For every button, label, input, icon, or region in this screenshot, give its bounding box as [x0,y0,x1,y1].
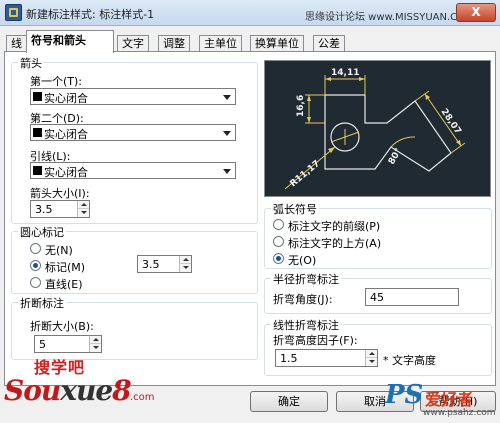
chevron-down-icon [223,131,231,136]
app-icon [5,4,22,21]
first-arrow-select[interactable]: 实心闭合 [30,88,236,105]
arrowheads-title: 箭头 [18,55,44,71]
arc-above-radio[interactable]: 标注文字的上方(A) [273,235,413,250]
arrowheads-group: 箭头 第一个(T): 实心闭合 第二个(D): 实心闭合 引线(L): 实心闭合… [11,55,258,224]
radio-on-icon [30,260,41,271]
break-size-label: 折断大小(B): [30,320,94,333]
ps-url-text: www.psahz.com [423,408,496,418]
dimension-preview: 14,11 16,6 28,07 80° R11,17 [264,60,491,197]
tab-alternate-units[interactable]: 换算单位 [250,35,304,52]
radius-jog-group: 半径折弯标注 折弯角度(J): 45 [264,271,492,314]
chevron-down-icon [223,95,231,100]
radio-off-icon [273,219,284,230]
dim-arc-angle [390,136,416,148]
ps-logo-text: PS [385,380,424,410]
break-size-stepper[interactable]: 5 [34,335,102,353]
second-arrow-select[interactable]: 实心闭合 [30,124,236,141]
leader-arrow-select[interactable]: 实心闭合 [30,162,236,179]
arc-none-label: 无(O) [288,254,317,267]
center-marks-title: 圆心标记 [18,224,66,240]
center-mark-line-radio[interactable]: 直线(E) [30,276,100,291]
arrow-size-value: 3.5 [35,203,53,216]
arc-above-label: 标注文字的上方(A) [288,237,382,250]
dimension-break-title: 折断标注 [18,295,66,311]
radio-off-icon [273,236,284,247]
arrow-swatch-icon [33,128,42,137]
linear-jog-title: 线性折弯标注 [271,317,341,333]
first-arrow-value: 实心闭合 [44,92,88,105]
center-mark-mark-radio[interactable]: 标记(M) [30,259,100,274]
souxue8-logo: 搜学吧 Souxue8 .com [4,352,164,422]
brand-main-text: Souxue8 [4,374,132,407]
center-mark-size-value: 3.5 [142,258,160,271]
radio-off-icon [30,277,41,288]
dim-text-top: 14,11 [331,68,359,78]
center-mark-mark-label: 标记(M) [45,261,86,274]
arrow-size-stepper[interactable]: 3.5 [30,200,90,218]
stepper-down-icon[interactable] [78,209,89,217]
jog-factor-value: 1.5 [280,352,298,365]
dim-text-left: 16,6 [296,95,306,117]
stepper-buttons [365,350,377,366]
stepper-down-icon[interactable] [366,358,377,366]
stepper-up-icon[interactable] [366,350,377,358]
center-mark-line-label: 直线(E) [45,278,83,291]
tab-symbols-arrows[interactable]: 符号和箭头 [26,30,114,53]
jog-angle-input[interactable]: 45 [365,288,459,306]
center-mark-none-label: 无(N) [45,244,73,257]
tab-text[interactable]: 文字 [117,35,149,52]
preview-drawing: 14,11 16,6 28,07 80° R11,17 [284,68,466,190]
dim-text-radius: R11,17 [289,159,323,189]
ps-fans-text: 爱好者 [425,390,474,409]
ps-fans-logo: PS 爱好者 www.psahz.com [385,380,500,420]
stepper-buttons [179,256,191,272]
ok-button[interactable]: 确定 [250,391,328,412]
stepper-buttons [77,201,89,217]
second-arrow-value: 实心闭合 [44,128,88,141]
brand-domain-text: .com [130,392,155,403]
arrow-size-label: 箭头大小(I): [30,187,90,200]
stepper-up-icon[interactable] [78,201,89,209]
linear-jog-group: 线性折弯标注 折弯高度因子(F): 1.5 * 文字高度 [264,317,492,376]
break-size-value: 5 [39,338,46,351]
stepper-up-icon[interactable] [90,336,101,344]
close-button[interactable]: X [456,3,496,22]
arrow-swatch-icon [33,166,42,175]
tab-fit[interactable]: 调整 [158,35,190,52]
radio-off-icon [30,243,41,254]
center-marks-group: 圆心标记 无(N) 标记(M) 直线(E) 3.5 [11,224,258,294]
arc-prefix-radio[interactable]: 标注文字的前缀(P) [273,218,413,233]
jog-angle-value: 45 [370,291,384,304]
radio-on-icon [273,253,284,264]
radius-jog-title: 半径折弯标注 [271,271,341,287]
arc-length-group: 弧长符号 标注文字的前缀(P) 标注文字的上方(A) 无(O) [264,201,492,269]
arc-none-radio[interactable]: 无(O) [273,252,353,267]
arrow-swatch-icon [33,92,42,101]
title-bar: 新建标注样式: 标注样式-1 思缘设计论坛 www.MISSYUAN.COM X [0,0,500,26]
jog-factor-stepper[interactable]: 1.5 [275,349,378,367]
dim-text-right: 28,07 [439,107,463,136]
jog-factor-label: 折弯高度因子(F): [273,334,358,347]
tab-tolerances[interactable]: 公差 [313,35,345,52]
chevron-down-icon [223,169,231,174]
leader-arrow-value: 实心闭合 [44,166,88,179]
stepper-buttons [89,336,101,352]
stepper-down-icon[interactable] [90,344,101,352]
arc-prefix-label: 标注文字的前缀(P) [288,220,381,233]
window-title: 新建标注样式: 标注样式-1 [26,8,155,21]
first-arrow-label: 第一个(T): [30,75,83,88]
jog-angle-label: 折弯角度(J): [273,293,333,306]
tab-strip: 线 符号和箭头 文字 调整 主单位 换算单位 公差 [4,29,496,53]
arc-length-title: 弧长符号 [271,201,319,217]
stepper-up-icon[interactable] [180,256,191,264]
center-mark-size-stepper[interactable]: 3.5 [137,255,192,273]
center-mark-none-radio[interactable]: 无(N) [30,242,90,257]
tab-lines[interactable]: 线 [6,35,27,52]
tab-panel: 箭头 第一个(T): 实心闭合 第二个(D): 实心闭合 引线(L): 实心闭合… [4,51,496,386]
stepper-down-icon[interactable] [180,264,191,272]
tab-primary-units[interactable]: 主单位 [199,35,242,52]
text-height-suffix: * 文字高度 [383,354,436,367]
watermark-text: 思缘设计论坛 www.MISSYUAN.COM [305,12,474,23]
